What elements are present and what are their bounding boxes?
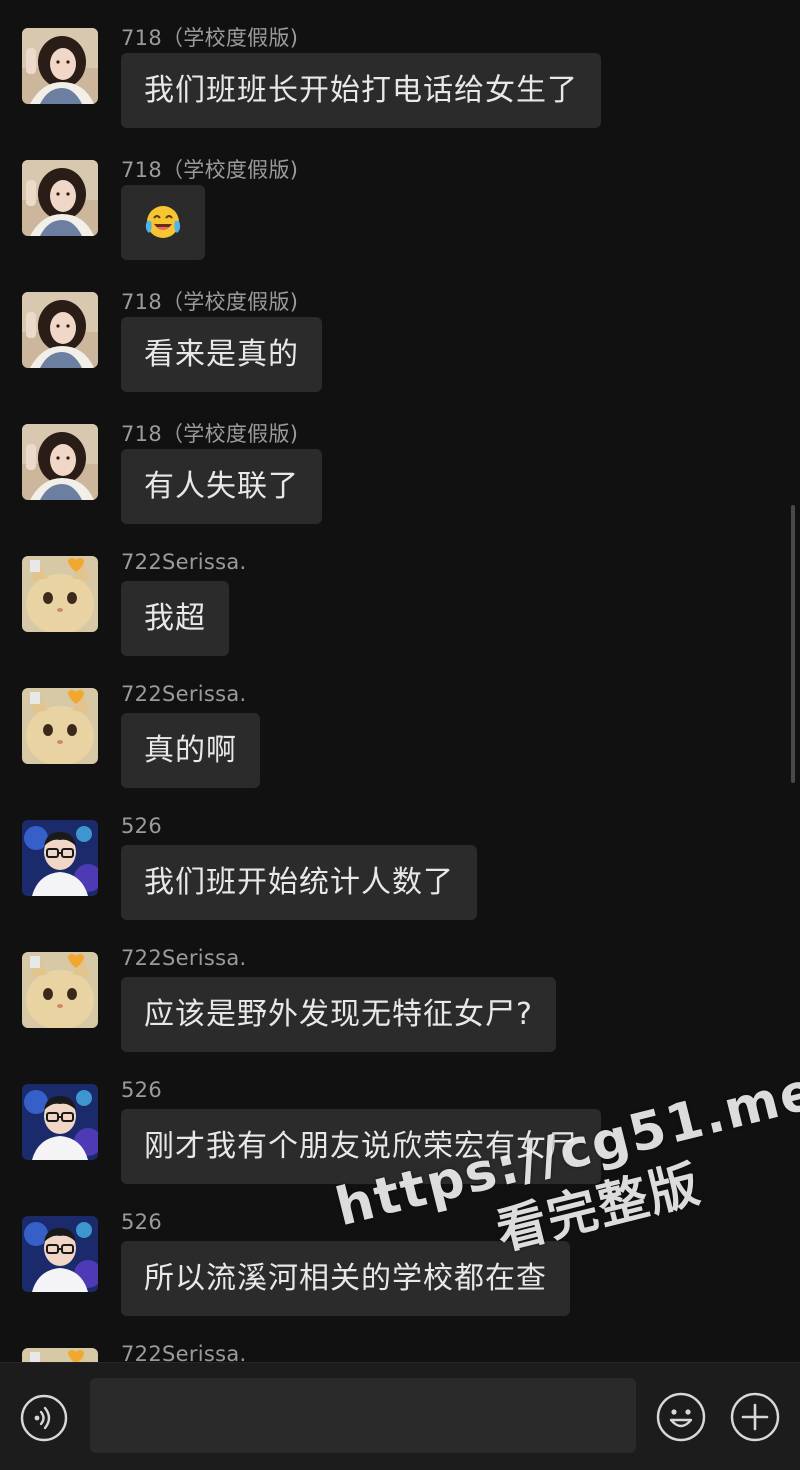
girl-avatar[interactable] bbox=[22, 160, 98, 236]
sender-name: 722Serissa. bbox=[121, 682, 247, 706]
cat-avatar[interactable] bbox=[22, 1348, 98, 1362]
laughing-crying-emoji bbox=[145, 206, 181, 238]
glasses-boy-avatar[interactable] bbox=[22, 820, 98, 896]
cat-avatar[interactable] bbox=[22, 556, 98, 632]
glasses-boy-avatar[interactable] bbox=[22, 1216, 98, 1292]
message-bubble[interactable] bbox=[121, 185, 205, 260]
emoji-button[interactable] bbox=[656, 1392, 706, 1442]
message-bubble[interactable]: 我们班开始统计人数了 bbox=[121, 845, 477, 920]
message-bubble[interactable]: 我们班班长开始打电话给女生了 bbox=[121, 53, 601, 128]
sender-name: 722Serissa. bbox=[121, 946, 247, 970]
smiley-face-icon bbox=[656, 1392, 706, 1442]
plus-icon bbox=[730, 1392, 780, 1442]
sender-name: 526 bbox=[121, 1210, 162, 1234]
more-button[interactable] bbox=[730, 1392, 780, 1442]
message-bubble[interactable]: 所以流溪河相关的学校都在查 bbox=[121, 1241, 570, 1316]
message-bubble[interactable]: 真的啊 bbox=[121, 713, 260, 788]
glasses-boy-avatar[interactable] bbox=[22, 1084, 98, 1160]
message-bubble[interactable]: 看来是真的 bbox=[121, 317, 322, 392]
girl-avatar[interactable] bbox=[22, 424, 98, 500]
cat-avatar[interactable] bbox=[22, 952, 98, 1028]
message-input[interactable] bbox=[90, 1378, 636, 1453]
message-bubble[interactable]: 刚才我有个朋友说欣荣宏有女尸 bbox=[121, 1109, 601, 1184]
message-bubble[interactable]: 我超 bbox=[121, 581, 229, 656]
chat-message-list[interactable]: 718（学校度假版) 我们班班长开始打电话给女生了 718（学校度假版) 718… bbox=[0, 0, 800, 1362]
sender-name: 526 bbox=[121, 1078, 162, 1102]
input-bar bbox=[0, 1362, 800, 1470]
sender-name: 718（学校度假版) bbox=[121, 26, 299, 50]
sender-name: 718（学校度假版) bbox=[121, 422, 299, 446]
voice-icon bbox=[20, 1394, 68, 1442]
sender-name: 722Serissa. bbox=[121, 1342, 247, 1362]
message-bubble[interactable]: 有人失联了 bbox=[121, 449, 322, 524]
sender-name: 718（学校度假版) bbox=[121, 290, 299, 314]
message-bubble[interactable]: 应该是野外发现无特征女尸? bbox=[121, 977, 556, 1052]
sender-name: 718（学校度假版) bbox=[121, 158, 299, 182]
voice-button[interactable] bbox=[20, 1394, 68, 1442]
sender-name: 526 bbox=[121, 814, 162, 838]
sender-name: 722Serissa. bbox=[121, 550, 247, 574]
cat-avatar[interactable] bbox=[22, 688, 98, 764]
girl-avatar[interactable] bbox=[22, 28, 98, 104]
girl-avatar[interactable] bbox=[22, 292, 98, 368]
scrollbar[interactable] bbox=[791, 505, 795, 783]
